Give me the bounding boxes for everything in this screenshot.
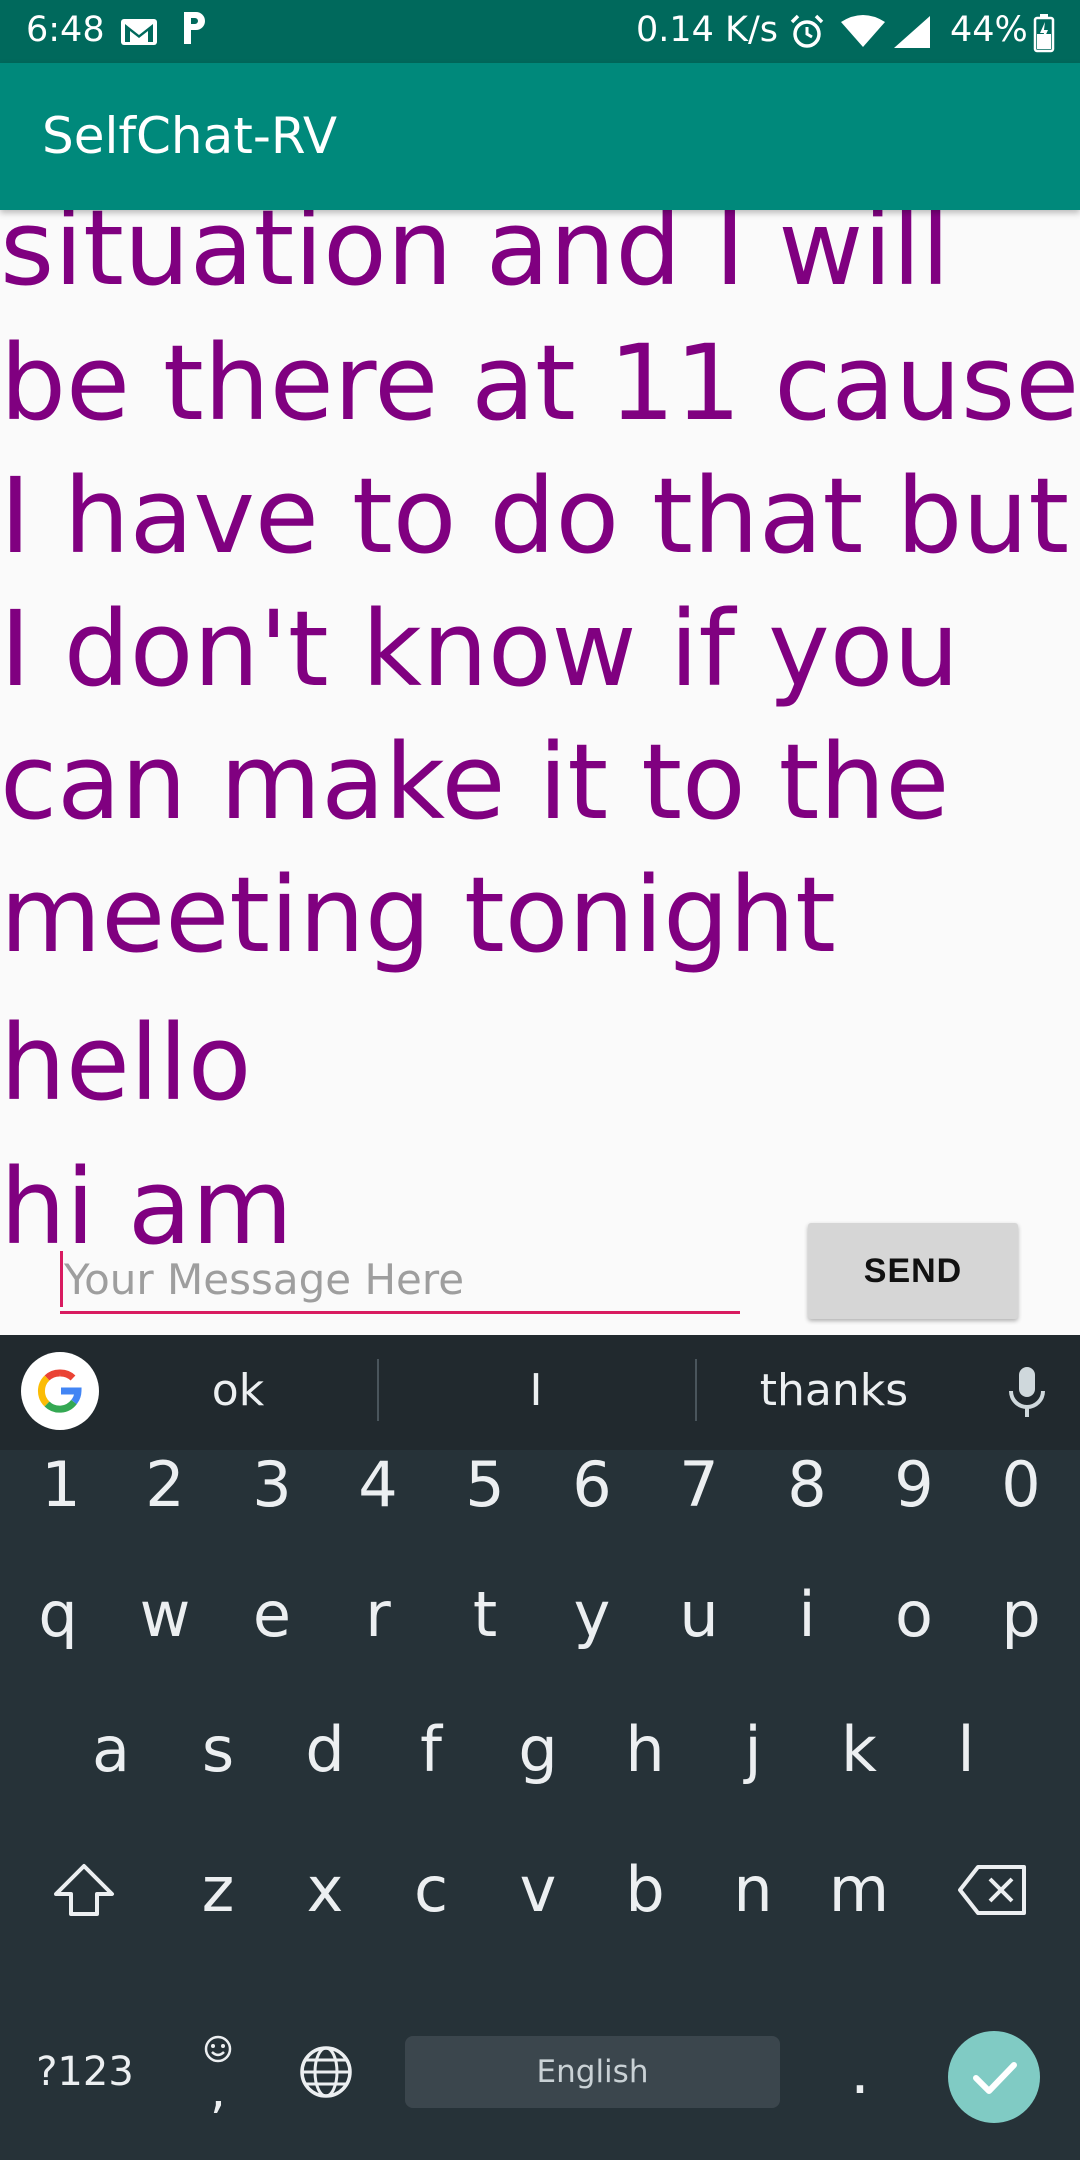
message-text: meeting tonight	[0, 854, 836, 976]
key-r[interactable]: r	[330, 1555, 426, 1675]
send-button[interactable]: SEND	[808, 1223, 1018, 1319]
key-a[interactable]: a	[63, 1690, 159, 1810]
key-5[interactable]: 5	[437, 1425, 533, 1545]
key-4[interactable]: 4	[330, 1425, 426, 1545]
message-input[interactable]	[60, 1247, 740, 1314]
suggestion-ok[interactable]: ok	[88, 1365, 388, 1416]
battery-percent: 44%	[950, 10, 1028, 50]
app-bar: SelfChat-RV	[0, 63, 1080, 210]
gmail-icon	[119, 16, 159, 52]
key-3[interactable]: 3	[224, 1425, 320, 1545]
status-time: 6:48	[26, 10, 105, 50]
key-m[interactable]: m	[811, 1830, 907, 1950]
key-2[interactable]: 2	[117, 1425, 213, 1545]
message-text: situation and I will	[0, 210, 950, 309]
key-b[interactable]: b	[597, 1830, 693, 1950]
parking-p-icon	[180, 8, 208, 57]
emoji-comma-key[interactable]: ,	[170, 2012, 266, 2132]
globe-key[interactable]	[278, 2012, 374, 2132]
wifi-icon	[840, 14, 886, 52]
network-speed: 0.14 K/s	[636, 10, 779, 50]
key-h[interactable]: h	[597, 1690, 693, 1810]
key-1[interactable]: 1	[13, 1425, 109, 1545]
checkmark-icon	[973, 2062, 1017, 2094]
backspace-key[interactable]	[945, 1830, 1041, 1950]
compose-bar: SEND	[0, 1215, 1080, 1335]
key-0[interactable]: 0	[973, 1425, 1069, 1545]
status-bar: 6:48 0.14 K/s 44%	[0, 0, 1080, 63]
message-text: can make it to the	[0, 721, 950, 843]
key-t[interactable]: t	[437, 1555, 533, 1675]
message-text: be there at 11 cause	[0, 322, 1080, 444]
key-6[interactable]: 6	[544, 1425, 640, 1545]
key-l[interactable]: l	[918, 1690, 1014, 1810]
suggestion-thanks[interactable]: thanks	[684, 1365, 984, 1416]
key-x[interactable]: x	[277, 1830, 373, 1950]
key-k[interactable]: k	[811, 1690, 907, 1810]
comma-label: ,	[210, 2061, 226, 2119]
battery-icon	[1033, 13, 1055, 57]
message-text: I have to do that but	[0, 455, 1070, 577]
shift-key[interactable]	[36, 1830, 132, 1950]
symbols-key[interactable]: ?123	[35, 2012, 135, 2132]
key-u[interactable]: u	[651, 1555, 747, 1675]
divider	[377, 1359, 379, 1421]
key-7[interactable]: 7	[651, 1425, 747, 1545]
key-i[interactable]: i	[759, 1555, 855, 1675]
microphone-icon[interactable]	[1006, 1365, 1048, 1425]
key-j[interactable]: j	[705, 1690, 801, 1810]
key-n[interactable]: n	[705, 1830, 801, 1950]
key-e[interactable]: e	[224, 1555, 320, 1675]
suggestion-i[interactable]: I	[386, 1365, 686, 1416]
key-f[interactable]: f	[383, 1690, 479, 1810]
soft-keyboard: ok I thanks 1 2 3 4 5 6 7 8 9 0 q w e r …	[0, 1335, 1080, 2160]
key-p[interactable]: p	[973, 1555, 1069, 1675]
alarm-icon	[788, 13, 826, 55]
space-bar[interactable]: English	[405, 2036, 780, 2108]
key-y[interactable]: y	[544, 1555, 640, 1675]
key-g[interactable]: g	[490, 1690, 586, 1810]
key-d[interactable]: d	[277, 1690, 373, 1810]
message-list[interactable]: situation and I will be there at 11 caus…	[0, 210, 1080, 1335]
key-z[interactable]: z	[170, 1830, 266, 1950]
key-q[interactable]: q	[10, 1555, 106, 1675]
key-o[interactable]: o	[866, 1555, 962, 1675]
key-s[interactable]: s	[170, 1690, 266, 1810]
signal-icon	[892, 14, 932, 54]
key-w[interactable]: w	[117, 1555, 213, 1675]
key-8[interactable]: 8	[759, 1425, 855, 1545]
message-text: I don't know if you	[0, 588, 960, 710]
message-text: hello	[0, 1002, 252, 1124]
key-v[interactable]: v	[490, 1830, 586, 1950]
period-key[interactable]: .	[812, 2012, 908, 2132]
text-cursor	[60, 1251, 63, 1307]
enter-key[interactable]	[948, 2031, 1040, 2123]
app-title: SelfChat-RV	[42, 107, 338, 165]
key-c[interactable]: c	[383, 1830, 479, 1950]
key-9[interactable]: 9	[866, 1425, 962, 1545]
